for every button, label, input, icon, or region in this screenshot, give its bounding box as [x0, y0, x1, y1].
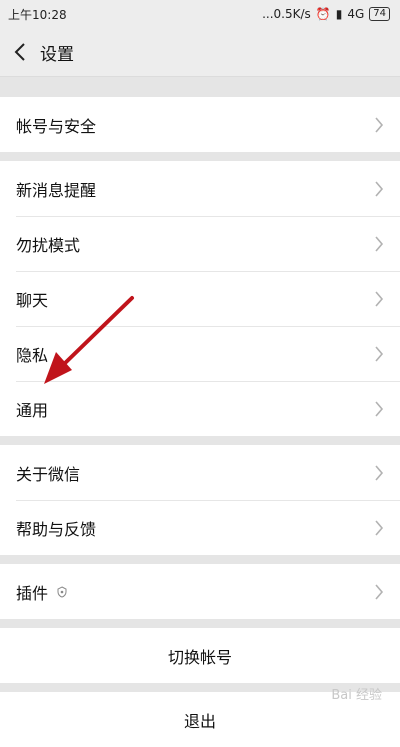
settings-item-label: 隐私	[16, 345, 49, 365]
settings-item-label: 帐号与安全	[16, 116, 97, 136]
chevron-right-icon	[375, 116, 384, 133]
nav-bar: 设置	[0, 28, 400, 77]
alarm-icon: ⏰	[315, 7, 331, 21]
switch-account-label: 切换帐号	[167, 647, 232, 667]
settings-item-privacy[interactable]: 隐私	[0, 326, 400, 381]
switch-account-button[interactable]: 切换帐号	[0, 628, 400, 683]
network-speed: ...0.5K/s	[262, 7, 311, 21]
watermark: Bai 经验	[331, 688, 382, 703]
chevron-right-icon	[375, 583, 384, 600]
settings-item-account-security[interactable]: 帐号与安全	[0, 97, 400, 152]
settings-item-do-not-disturb[interactable]: 勿扰模式	[0, 216, 400, 271]
signal-icon: ▮	[335, 7, 343, 21]
chevron-right-icon	[375, 345, 384, 362]
chevron-right-icon	[375, 235, 384, 252]
settings-group-about: 关于微信 帮助与反馈	[0, 445, 400, 555]
logout-label: 退出	[183, 711, 216, 731]
back-button[interactable]	[0, 28, 40, 76]
settings-item-about-wechat[interactable]: 关于微信	[0, 445, 400, 500]
status-time: 上午10:28	[8, 7, 67, 22]
settings-item-label: 关于微信	[16, 464, 81, 484]
status-bar: 上午10:28 ...0.5K/s ⏰ ▮ 4G 74	[0, 0, 400, 28]
settings-group-main: 新消息提醒 勿扰模式 聊天 隐私 通用	[0, 161, 400, 436]
settings-item-help-feedback[interactable]: 帮助与反馈	[0, 500, 400, 555]
settings-item-label: 帮助与反馈	[16, 519, 97, 539]
network-type: 4G	[347, 7, 365, 21]
settings-item-plugins[interactable]: 插件	[0, 564, 400, 619]
chevron-right-icon	[375, 400, 384, 417]
settings-item-label: 插件	[16, 583, 49, 603]
plugin-badge-icon	[57, 585, 67, 598]
settings-item-general[interactable]: 通用	[0, 381, 400, 436]
chevron-right-icon	[375, 519, 384, 536]
settings-item-label: 聊天	[16, 290, 49, 310]
chevron-right-icon	[375, 464, 384, 481]
settings-group-actions: 切换帐号	[0, 628, 400, 683]
settings-group-account: 帐号与安全	[0, 97, 400, 152]
settings-item-chat[interactable]: 聊天	[0, 271, 400, 326]
settings-item-notifications[interactable]: 新消息提醒	[0, 161, 400, 216]
settings-item-label: 通用	[16, 400, 49, 420]
settings-item-label: 新消息提醒	[16, 180, 97, 200]
back-arrow-icon	[14, 43, 25, 61]
page-title: 设置	[40, 44, 74, 65]
chevron-right-icon	[375, 180, 384, 197]
battery-indicator: 74	[369, 7, 390, 21]
settings-group-plugins: 插件	[0, 564, 400, 619]
chevron-right-icon	[375, 290, 384, 307]
settings-item-label: 勿扰模式	[16, 235, 81, 255]
